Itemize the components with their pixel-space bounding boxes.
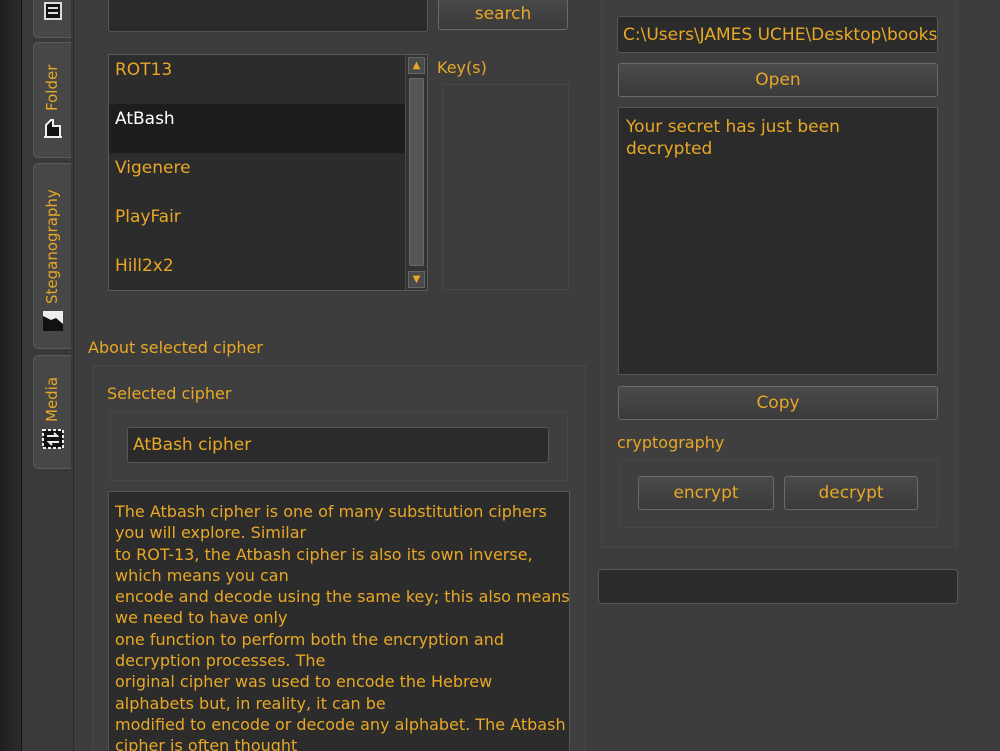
keys-area[interactable] bbox=[442, 84, 569, 290]
list-item[interactable]: PlayFair bbox=[109, 202, 405, 251]
description-line: decryption processes. The bbox=[115, 651, 326, 671]
description-line: original cipher was used to encode the H… bbox=[115, 672, 493, 692]
copy-button[interactable]: Copy bbox=[618, 386, 938, 420]
open-button[interactable]: Open bbox=[618, 63, 938, 97]
output-text: Your secret has just been decrypted bbox=[626, 117, 840, 159]
decrypt-button[interactable]: decrypt bbox=[784, 476, 918, 510]
search-button[interactable]: search bbox=[438, 0, 568, 30]
file-path-field[interactable]: C:\Users\JAMES UCHE\Desktop\books\f bbox=[617, 16, 938, 53]
tab-steganography-label: Steganography bbox=[43, 189, 61, 304]
list-scrollbar[interactable]: ▲ ▼ bbox=[405, 55, 427, 290]
list-item[interactable]: ROT13 bbox=[109, 55, 405, 104]
list-item[interactable]: Vigenere bbox=[109, 153, 405, 202]
window-edge bbox=[0, 0, 22, 751]
media-icon bbox=[42, 429, 64, 449]
scroll-down-icon[interactable]: ▼ bbox=[408, 271, 425, 288]
tab-folder-label: Folder bbox=[43, 64, 61, 111]
cipher-list[interactable]: ROT13 AtBash Vigenere PlayFair Hill2x2 ▲… bbox=[108, 54, 428, 291]
description-line: encode and decode using the same key; th… bbox=[115, 587, 570, 607]
status-bar bbox=[598, 569, 958, 604]
tab-column: Folder Steganography Media bbox=[22, 0, 74, 751]
selected-cipher-label: Selected cipher bbox=[107, 384, 232, 403]
search-input[interactable] bbox=[108, 0, 428, 32]
scroll-thumb[interactable] bbox=[409, 78, 424, 266]
list-item[interactable]: Hill2x2 bbox=[109, 251, 405, 290]
tab-media-label: Media bbox=[43, 376, 61, 422]
description-line: cipher is often thought bbox=[115, 736, 298, 751]
description-line: modified to encode or decode any alphabe… bbox=[115, 714, 566, 734]
document-icon bbox=[44, 2, 62, 20]
list-item-selected[interactable]: AtBash bbox=[109, 104, 405, 153]
image-icon bbox=[43, 311, 63, 331]
cipher-description[interactable]: The Atbash cipher is one of many substit… bbox=[108, 491, 570, 751]
selected-cipher-field[interactable]: AtBash cipher bbox=[127, 427, 549, 463]
keys-label: Key(s) bbox=[437, 58, 487, 77]
description-line: we need to have only bbox=[115, 608, 288, 628]
tab-top-partial[interactable] bbox=[33, 0, 71, 38]
scroll-up-icon[interactable]: ▲ bbox=[408, 57, 425, 74]
about-section-label: About selected cipher bbox=[88, 338, 263, 357]
folder-icon bbox=[44, 119, 62, 138]
encrypt-button[interactable]: encrypt bbox=[638, 476, 774, 510]
tab-media[interactable]: Media bbox=[33, 355, 71, 469]
description-line: which means you can bbox=[115, 565, 289, 585]
description-line: you will explore. Similar bbox=[115, 523, 307, 543]
description-line: The Atbash cipher is one of many substit… bbox=[115, 502, 547, 521]
output-text-area[interactable]: Your secret has just been decrypted bbox=[618, 107, 938, 375]
description-line: to ROT-13, the Atbash cipher is also its… bbox=[115, 544, 533, 564]
description-line: one function to perform both the encrypt… bbox=[115, 629, 505, 649]
tab-folder[interactable]: Folder bbox=[33, 42, 71, 158]
tab-steganography[interactable]: Steganography bbox=[33, 163, 71, 349]
description-line: alphabets but, in reality, it can be bbox=[115, 693, 386, 713]
cryptography-label: cryptography bbox=[617, 433, 725, 452]
